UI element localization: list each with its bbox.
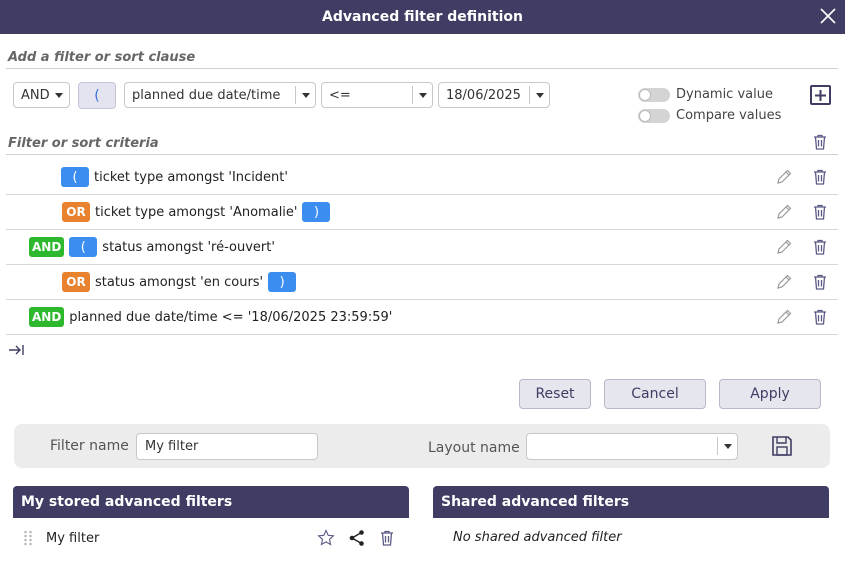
chevron-down-icon[interactable] xyxy=(49,86,69,104)
pencil-icon[interactable] xyxy=(775,203,793,221)
trash-icon[interactable] xyxy=(811,273,829,291)
field-select[interactable]: planned due date/time xyxy=(124,82,316,108)
stored-filter-name: My filter xyxy=(46,530,100,546)
pencil-icon[interactable] xyxy=(775,168,793,186)
criteria-row[interactable]: OR ticket type amongst 'Anomalie' ) xyxy=(6,195,838,230)
or-badge: OR xyxy=(62,202,90,222)
logic-select[interactable]: AND xyxy=(13,82,70,108)
layout-name-label: Layout name xyxy=(428,440,520,456)
logic-select-value: AND xyxy=(21,87,50,103)
pencil-icon[interactable] xyxy=(775,238,793,256)
indent-icon[interactable] xyxy=(8,343,26,357)
close-icon[interactable] xyxy=(817,5,839,27)
save-icon[interactable] xyxy=(771,435,793,457)
divider xyxy=(6,154,838,155)
apply-button[interactable]: Apply xyxy=(719,379,821,409)
operator-select[interactable]: <= xyxy=(321,82,433,108)
criteria-row[interactable]: OR status amongst 'en cours' ) xyxy=(6,265,838,300)
divider xyxy=(6,68,838,69)
filter-name-input[interactable] xyxy=(136,433,318,460)
or-badge: OR xyxy=(62,272,90,292)
operator-select-value: <= xyxy=(329,87,351,103)
dynamic-value-toggle-row: Dynamic value xyxy=(638,87,773,102)
drag-handle-icon[interactable] xyxy=(23,529,33,547)
chevron-down-icon[interactable] xyxy=(529,86,549,104)
layout-name-select[interactable] xyxy=(526,433,738,460)
and-badge: AND xyxy=(29,307,65,327)
plus-icon xyxy=(815,89,826,101)
compare-values-toggle[interactable] xyxy=(638,108,670,123)
open-paren-badge: ( xyxy=(69,237,98,257)
date-select[interactable]: 18/06/2025 xyxy=(438,82,550,108)
criteria-row[interactable]: ( ticket type amongst 'Incident' xyxy=(6,160,838,195)
pencil-icon[interactable] xyxy=(775,308,793,326)
date-select-value: 18/06/2025 xyxy=(446,87,521,103)
criteria-title: Filter or sort criteria xyxy=(8,136,159,151)
chevron-down-icon[interactable] xyxy=(412,86,432,104)
criteria-text: ticket type amongst 'Anomalie' xyxy=(95,204,298,220)
trash-icon[interactable] xyxy=(811,168,829,186)
compare-values-label: Compare values xyxy=(676,108,782,123)
open-paren-button[interactable]: ( xyxy=(78,82,116,109)
criteria-text: ticket type amongst 'Incident' xyxy=(94,169,288,185)
shared-filters-empty: No shared advanced filter xyxy=(453,530,622,545)
dynamic-value-toggle[interactable] xyxy=(638,87,670,102)
criteria-text: status amongst 'en cours' xyxy=(95,274,264,290)
add-clause-title: Add a filter or sort clause xyxy=(8,50,196,65)
dynamic-value-label: Dynamic value xyxy=(676,87,773,102)
dialog-titlebar: Advanced filter definition xyxy=(0,0,845,34)
trash-icon[interactable] xyxy=(811,308,829,326)
star-icon[interactable] xyxy=(317,529,335,547)
shared-filters-header: Shared advanced filters xyxy=(433,486,829,518)
trash-icon[interactable] xyxy=(811,238,829,256)
close-paren-badge: ) xyxy=(302,202,331,222)
compare-values-toggle-row: Compare values xyxy=(638,108,781,123)
filter-name-label: Filter name xyxy=(50,438,129,454)
open-paren-badge: ( xyxy=(61,167,89,187)
pencil-icon[interactable] xyxy=(775,273,793,291)
chevron-down-icon[interactable] xyxy=(717,437,737,455)
cancel-button[interactable]: Cancel xyxy=(604,379,706,409)
trash-icon[interactable] xyxy=(811,203,829,221)
criteria-text: status amongst 'ré-ouvert' xyxy=(102,239,275,255)
share-icon[interactable] xyxy=(348,529,366,547)
criteria-row[interactable]: AND ( status amongst 'ré-ouvert' xyxy=(6,230,838,265)
field-select-value: planned due date/time xyxy=(132,87,281,103)
criteria-row[interactable]: AND planned due date/time <= '18/06/2025… xyxy=(6,300,838,335)
and-badge: AND xyxy=(29,237,65,257)
trash-icon[interactable] xyxy=(811,133,829,151)
close-paren-badge: ) xyxy=(268,272,297,292)
add-clause-button[interactable] xyxy=(810,85,831,105)
reset-button[interactable]: Reset xyxy=(519,379,591,409)
criteria-text: planned due date/time <= '18/06/2025 23:… xyxy=(69,309,393,325)
stored-filters-header: My stored advanced filters xyxy=(13,486,409,518)
dialog-title: Advanced filter definition xyxy=(322,9,523,25)
chevron-down-icon[interactable] xyxy=(295,86,315,104)
trash-icon[interactable] xyxy=(378,529,396,547)
list-item[interactable]: My filter xyxy=(13,522,409,554)
